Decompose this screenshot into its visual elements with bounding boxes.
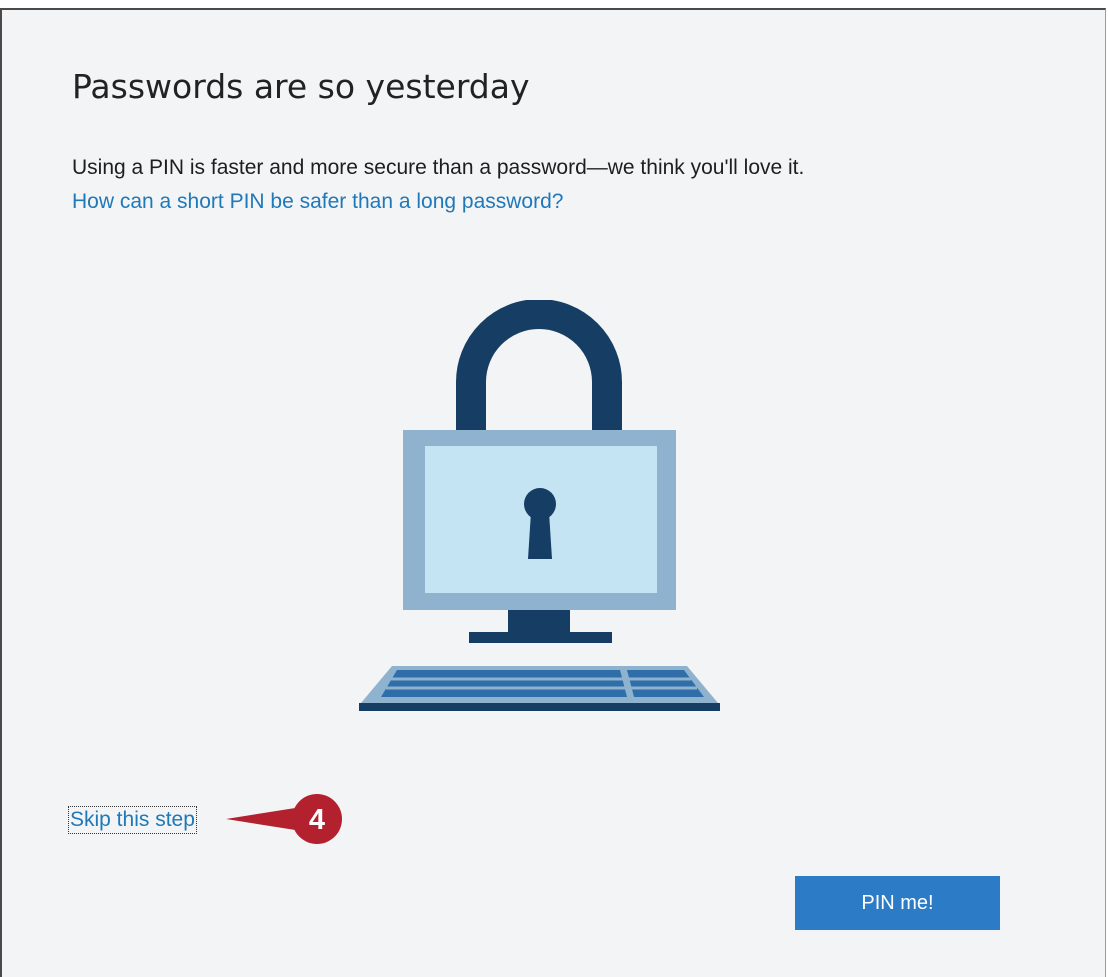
pin-safety-help-link[interactable]: How can a short PIN be safer than a long…: [72, 190, 563, 214]
page-title: Passwords are so yesterday: [72, 67, 530, 106]
dialog-window: Passwords are so yesterday Using a PIN i…: [0, 8, 1106, 977]
description-text: Using a PIN is faster and more secure th…: [72, 156, 805, 179]
step-callout: 4: [226, 794, 342, 844]
skip-this-step-link[interactable]: Skip this step: [68, 806, 197, 834]
padlock-computer-icon: [359, 300, 720, 711]
step-callout-number: 4: [309, 804, 325, 836]
pin-me-button[interactable]: PIN me!: [795, 876, 1000, 930]
